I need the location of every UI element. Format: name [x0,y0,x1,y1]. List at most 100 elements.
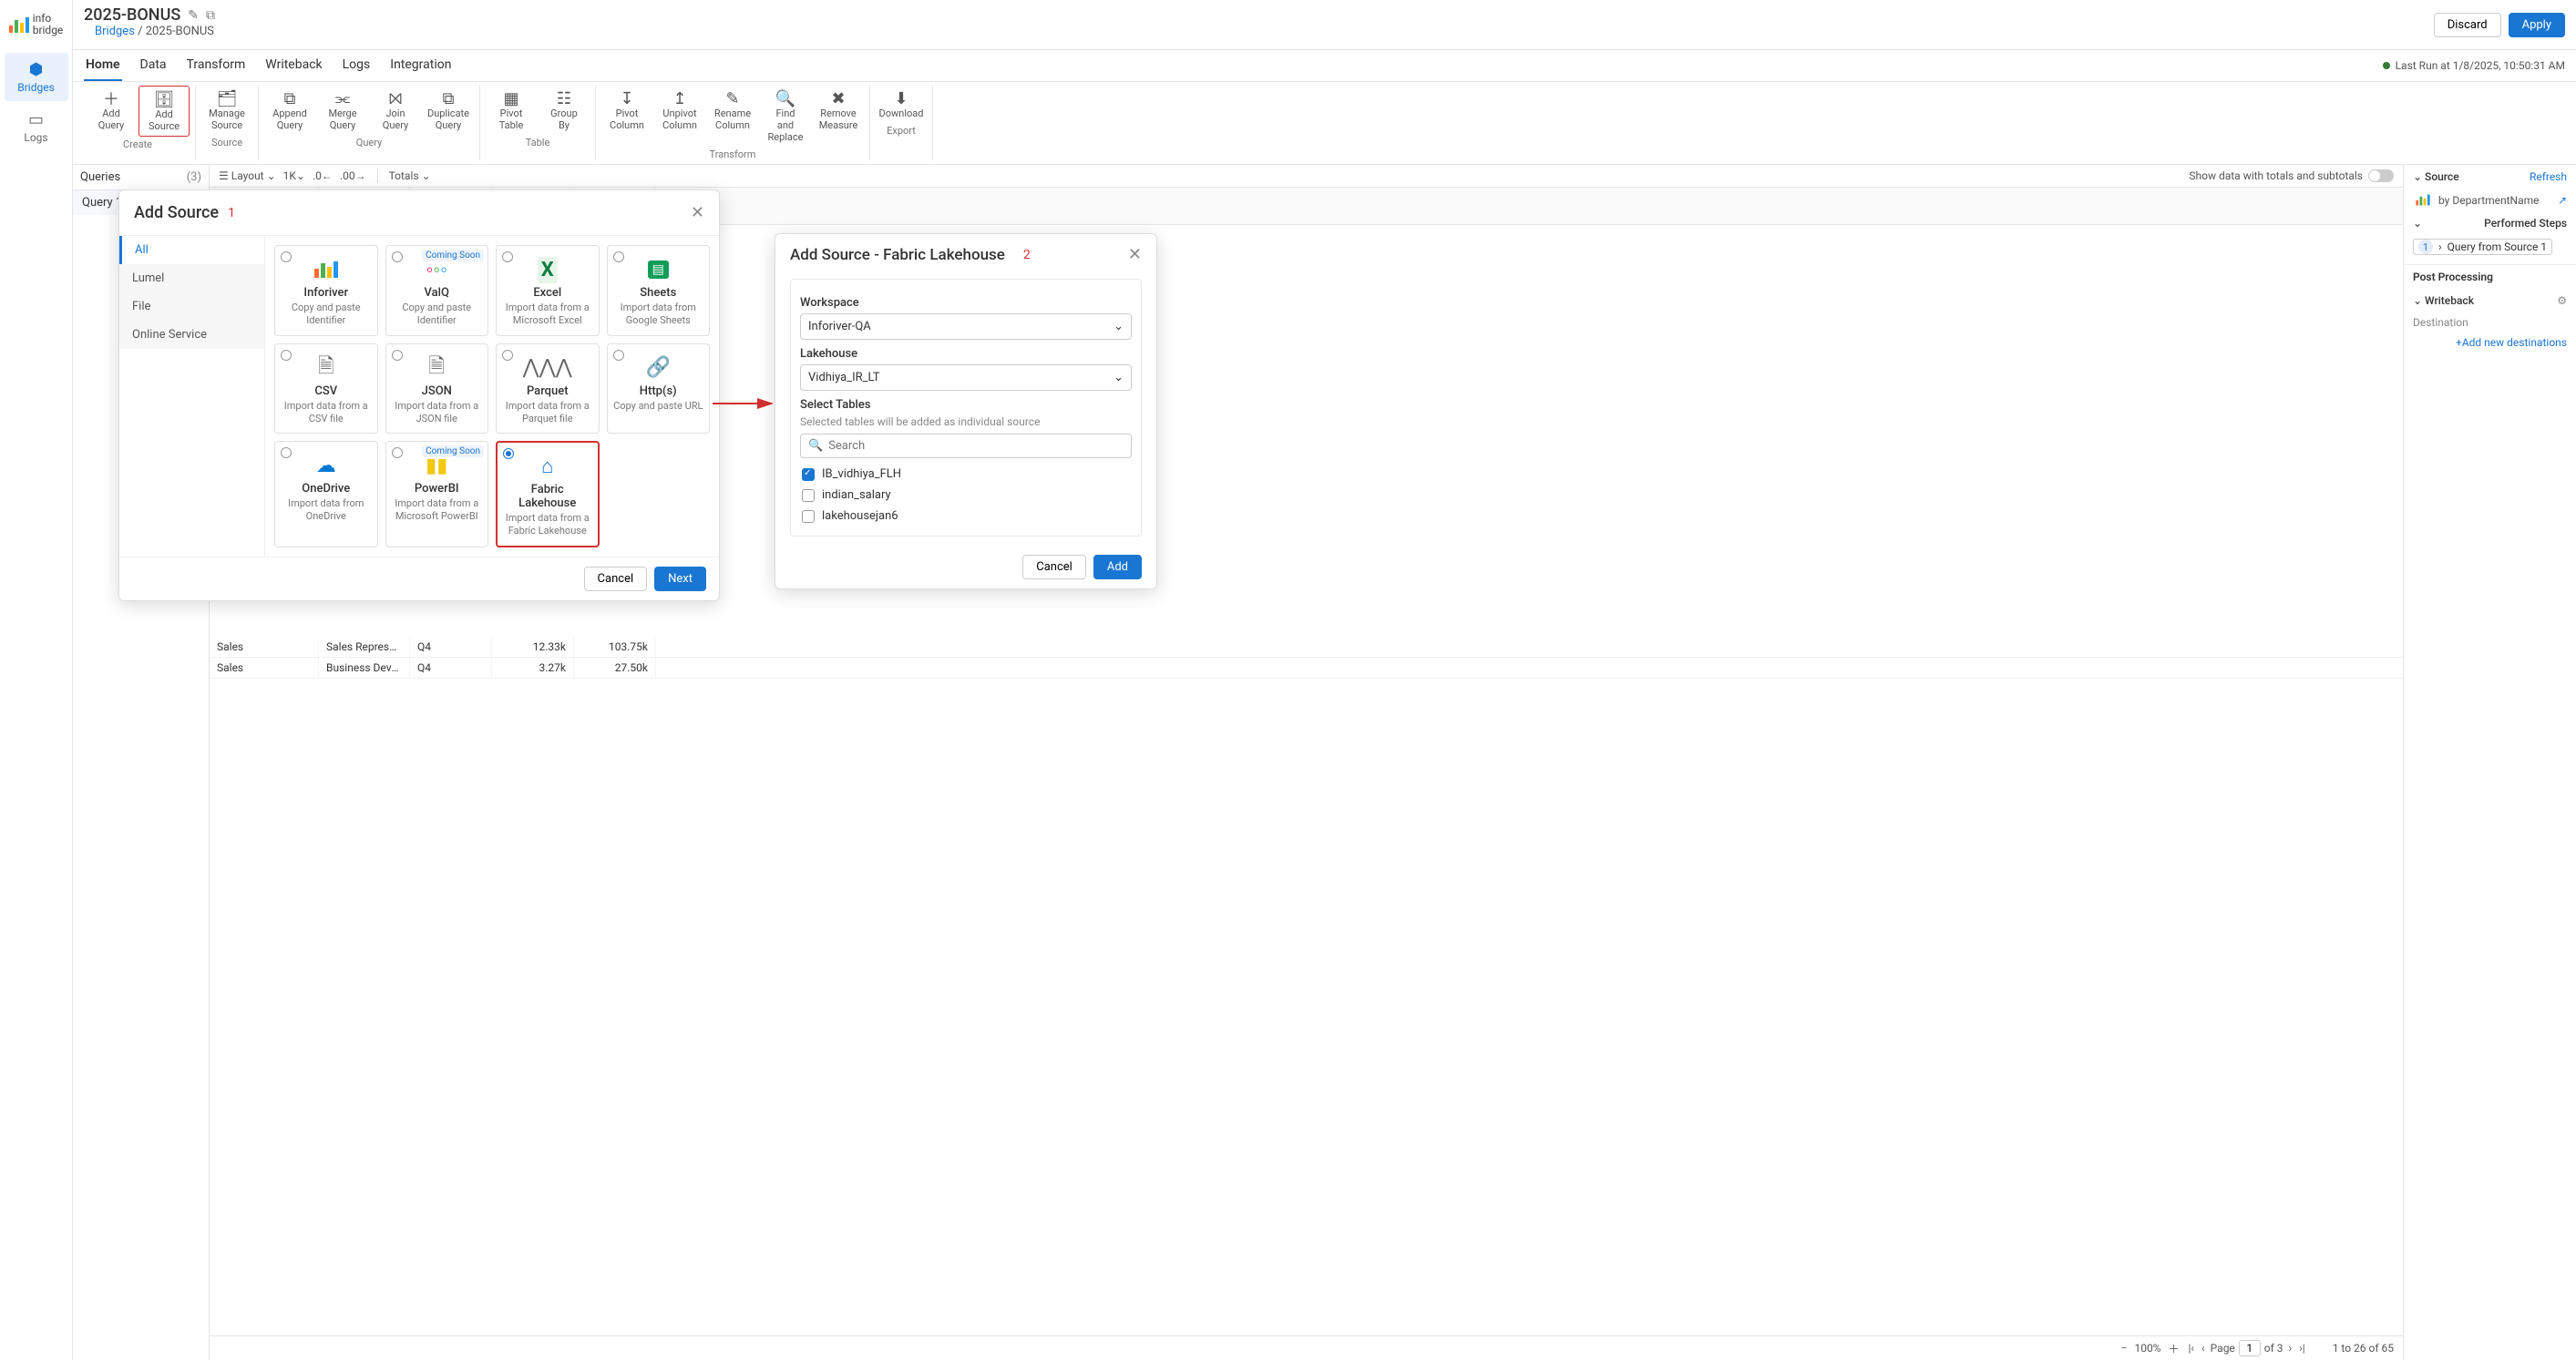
table-cell: Sales [210,658,319,678]
ribbon-rename-col[interactable]: ✎RenameColumn [707,86,758,147]
radio-icon [613,350,624,361]
ribbon-unpivot-col[interactable]: ↥UnpivotColumn [654,86,705,147]
ribbon-find-replace[interactable]: 🔍Findand Replace [760,86,811,147]
source-item[interactable]: by DepartmentName ↗ [2404,189,2576,211]
group-by-icon: ☷ [557,89,571,107]
source-card-valq[interactable]: Coming Soon◦◦◦ValQCopy and paste Identif… [385,245,489,336]
close-icon[interactable]: ✕ [691,203,704,222]
tab-transform[interactable]: Transform [185,50,248,81]
gear-icon[interactable]: ⚙ [2557,294,2567,307]
source-card-parquet[interactable]: ⋀⋀⋀ParquetImport data from a Parquet fil… [496,343,600,435]
source-card-onedrive[interactable]: ☁OneDriveImport data from OneDrive [274,441,378,547]
table-row-lakehousejan6[interactable]: lakehousejan6 [800,506,1132,527]
table-cell: 12.33k [492,637,574,657]
page-last-icon[interactable]: ›| [2297,1342,2307,1355]
category-lumel[interactable]: Lumel [119,264,264,292]
ribbon-pivot-col[interactable]: ↧PivotColumn [601,86,652,147]
row-limit-dropdown[interactable]: 1K⌄ [283,169,305,182]
source-card-http[interactable]: 🔗Http(s)Copy and paste URL [607,343,711,435]
tab-data[interactable]: Data [139,50,169,81]
table-row-IB_vidhiya_FLH[interactable]: IB_vidhiya_FLH [800,464,1132,485]
csv-icon: 🗎 [281,355,372,381]
category-online-service[interactable]: Online Service [119,321,264,349]
table-row-indian_salary[interactable]: indian_salary [800,485,1132,506]
source-card-excel[interactable]: XExcelImport data from a Microsoft Excel [496,245,600,336]
page-total: of 3 [2264,1342,2284,1355]
zoom-in-icon[interactable]: ＋ [2168,1341,2179,1356]
step-item[interactable]: 1 › Query from Source 1 [2413,239,2552,255]
show-totals-toggle[interactable] [2368,169,2394,182]
writeback-section-head[interactable]: ⌄ Writeback ⚙ [2404,289,2576,312]
add-button[interactable]: Add [1093,555,1142,579]
totals-dropdown[interactable]: Totals ⌄ [389,169,431,182]
add-destination-link[interactable]: +Add new destinations [2404,332,2576,353]
refresh-link[interactable]: Refresh [2530,170,2567,183]
page-first-icon[interactable]: |‹ [2187,1342,2197,1355]
ribbon-group-by[interactable]: ☷GroupBy [539,86,590,135]
category-file[interactable]: File [119,292,264,321]
copy-title-icon[interactable]: ⧉ [206,8,215,23]
logs-icon: ▭ [5,110,68,129]
tab-logs[interactable]: Logs [341,50,373,81]
table-name: IB_vidhiya_FLH [822,467,901,481]
layout-dropdown[interactable]: ☰ Layout ⌄ [219,169,276,182]
ribbon-manage-source[interactable]: 🗂ManageSource [201,86,252,135]
tab-writeback[interactable]: Writeback [263,50,323,81]
discard-button[interactable]: Discard [2434,13,2501,37]
source-name: PowerBI [392,482,483,496]
decimals-decrease-icon[interactable]: .0← [313,169,333,182]
ribbon-append-query[interactable]: ⧉AppendQuery [264,86,315,135]
ribbon-add-source[interactable]: 🗄AddSource [139,86,190,137]
ribbon-join-query[interactable]: ⨝JoinQuery [370,86,421,135]
steps-section-head[interactable]: ⌄ Performed Steps [2404,211,2576,235]
cancel-button[interactable]: Cancel [584,567,648,591]
table-row[interactable]: SalesSales Representati…Q412.33k103.75k [210,637,2403,658]
cancel-button[interactable]: Cancel [1022,555,1086,579]
edit-title-icon[interactable]: ✎ [188,8,199,23]
source-section-head[interactable]: ⌄ Source Refresh [2404,165,2576,189]
source-card-inforiver[interactable]: InforiverCopy and paste Identifier [274,245,378,336]
table-cell: Business Develop… [319,658,410,678]
table-search-input[interactable]: 🔍 [800,434,1132,458]
onedrive-icon: ☁ [281,453,372,478]
tab-home[interactable]: Home [84,50,122,81]
apply-button[interactable]: Apply [2509,13,2565,37]
add-source-modal-title: Add Source [134,203,219,222]
source-card-sheets[interactable]: ▤SheetsImport data from Google Sheets [607,245,711,336]
remove-measure-icon: ✖ [831,89,845,107]
open-external-icon[interactable]: ↗ [2558,194,2567,207]
source-card-fabric[interactable]: ⌂Fabric LakehouseImport data from a Fabr… [496,441,600,547]
page-next-icon[interactable]: › [2287,1342,2294,1355]
source-card-json[interactable]: 🗎JSONImport data from a JSON file [385,343,489,435]
workspace-select[interactable]: Inforiver-QA⌄ [800,313,1132,340]
ribbon-merge-query[interactable]: ⫘MergeQuery [317,86,368,135]
breadcrumb-root[interactable]: Bridges [95,25,135,38]
annotation-1: 1 [228,206,235,220]
table-row[interactable]: SalesBusiness Develop…Q43.27k27.50k [210,658,2403,679]
source-desc: Import data from a Microsoft Excel [502,302,593,328]
ribbon-download[interactable]: ⬇Download [876,86,927,123]
decimals-increase-icon[interactable]: .00→ [340,169,366,182]
page-input[interactable] [2239,1340,2261,1356]
close-icon[interactable]: ✕ [1128,245,1142,264]
rail-item-logs[interactable]: ▭Logs [5,103,68,151]
rail-item-bridges[interactable]: ⬢Bridges [5,53,68,101]
zoom-out-icon[interactable]: − [2121,1342,2128,1355]
ribbon-remove-measure[interactable]: ✖RemoveMeasure [813,86,864,147]
next-button[interactable]: Next [654,567,706,591]
http-icon: 🔗 [613,355,704,381]
source-card-powerbi[interactable]: Coming Soon▮▮PowerBIImport data from a M… [385,441,489,547]
table-cell: Q4 [410,658,492,678]
chevron-down-icon: ⌄ [1114,371,1124,384]
tab-integration[interactable]: Integration [388,50,453,81]
page-header: 2025-BONUS ✎ ⧉ Bridges / 2025-BONUS Disc… [73,0,2576,50]
ribbon-group-label: Table [526,135,550,148]
page-prev-icon[interactable]: ‹ [2200,1342,2207,1355]
ribbon-duplicate-query[interactable]: ⧉DuplicateQuery [423,86,474,135]
source-desc: Import data from Google Sheets [613,302,704,328]
category-all[interactable]: All [119,236,264,264]
lakehouse-select[interactable]: Vidhiya_IR_LT⌄ [800,364,1132,391]
source-card-csv[interactable]: 🗎CSVImport data from a CSV file [274,343,378,435]
ribbon-add-query[interactable]: ＋AddQuery [86,86,137,137]
ribbon-pivot-table[interactable]: ▦PivotTable [486,86,537,135]
